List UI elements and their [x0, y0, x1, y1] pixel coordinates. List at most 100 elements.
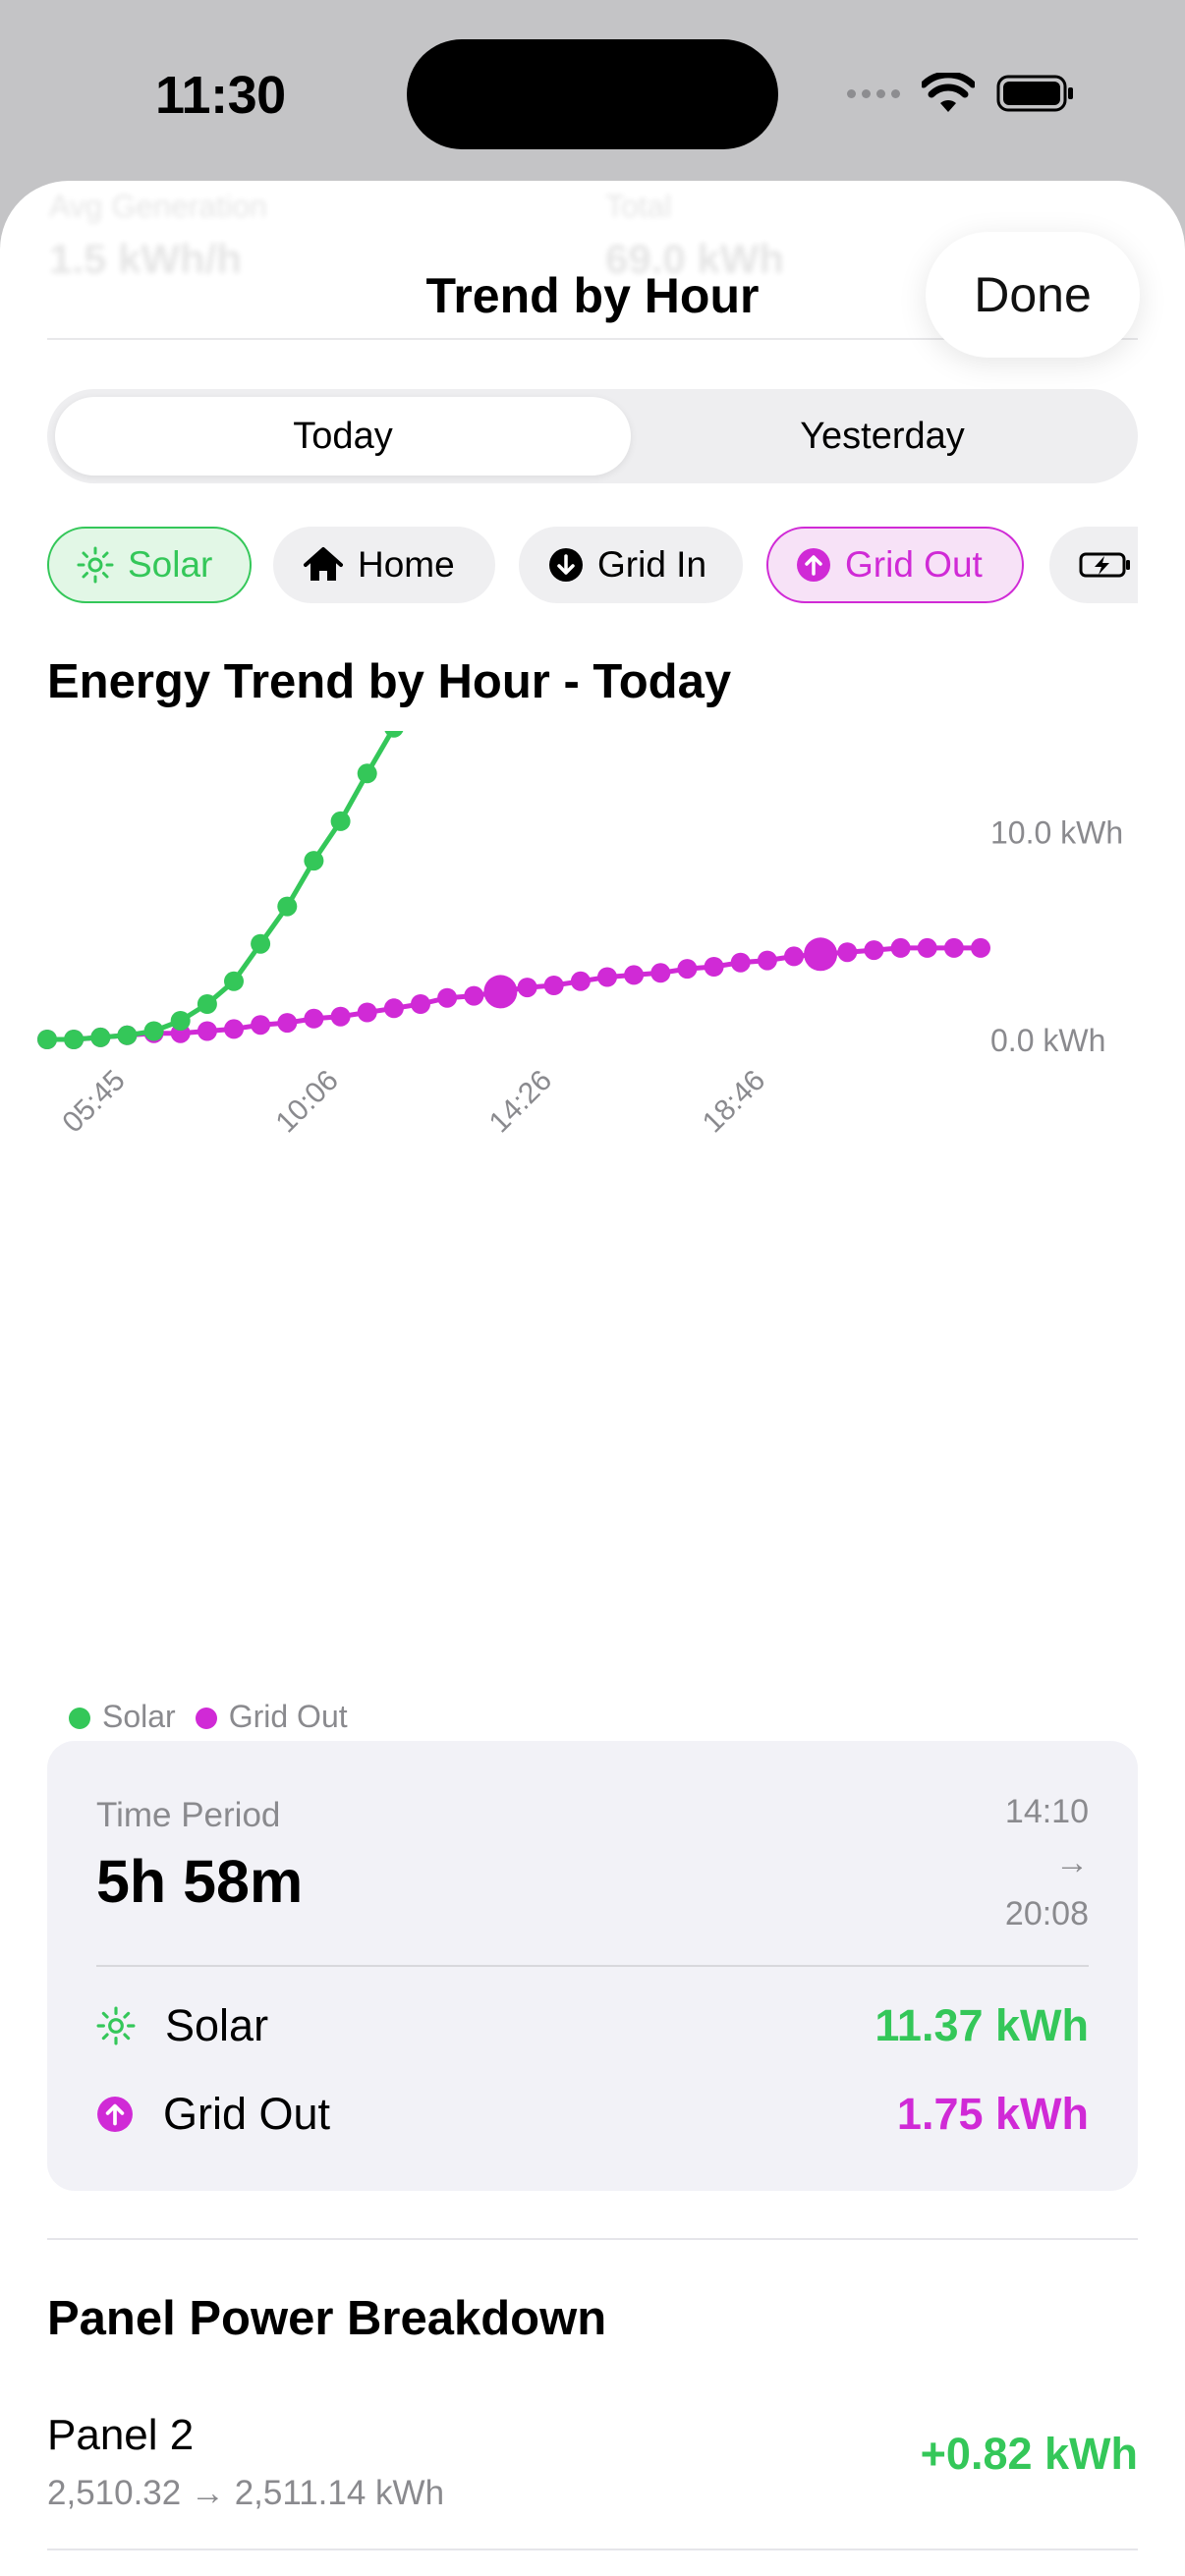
energy-trend-chart[interactable]: 40.0 kWh30.0 kWh20.0 kWh10.0 kWh0.0 kWh0…: [0, 731, 1185, 1704]
data-point-solar: [251, 933, 271, 954]
data-point-solar: [330, 811, 351, 831]
y-tick-label: 10.0 kWh: [990, 815, 1123, 851]
panel-range: 2,510.32 → 2,511.14 kWh: [47, 2474, 445, 2512]
data-point-grid-out: [464, 985, 484, 1006]
data-point-grid-out: [277, 1013, 298, 1034]
panel-row-divider: [47, 2548, 1138, 2550]
data-point-grid-out: [757, 950, 777, 971]
series-filter-chips: Solar Home Grid In Grid Out: [47, 527, 1138, 607]
card-divider: [96, 1965, 1089, 1967]
data-point-grid-out: [650, 963, 671, 983]
trend-sheet: Avg Generation 1.5 kWh/h Total 69.0 kWh …: [0, 181, 1185, 2576]
data-point-grid-out: [730, 952, 751, 973]
data-point-grid-out: [837, 942, 858, 963]
chip-grid-in-label: Grid In: [597, 544, 707, 585]
data-point-grid-out: [543, 976, 564, 995]
data-point-grid-out: [197, 1021, 217, 1041]
data-point-grid-out: [704, 957, 724, 977]
chip-battery[interactable]: [1049, 527, 1138, 603]
battery-icon: [996, 75, 1073, 112]
highlight-point-grid-out: [804, 937, 838, 972]
data-point-solar: [117, 1025, 138, 1045]
chip-grid-out[interactable]: Grid Out: [766, 527, 1024, 603]
chip-solar[interactable]: Solar: [47, 527, 252, 603]
legend-label-solar: Solar: [102, 1699, 176, 1734]
chip-grid-out-label: Grid Out: [845, 544, 983, 585]
data-point-grid-out: [330, 1006, 351, 1027]
chip-home-label: Home: [358, 544, 455, 585]
sun-icon: [77, 546, 114, 584]
x-tick-label: 18:46: [697, 1064, 771, 1139]
data-point-grid-out: [224, 1019, 244, 1039]
data-point-grid-out: [597, 967, 617, 987]
highlight-point-grid-out: [483, 975, 518, 1009]
data-point-grid-out: [411, 994, 430, 1014]
chip-grid-in[interactable]: Grid In: [519, 527, 743, 603]
legend-item-grid-out: Grid Out: [195, 1699, 348, 1735]
data-point-solar: [304, 851, 324, 871]
data-point-grid-out: [890, 937, 911, 958]
summary-name-grid-out: Grid Out: [163, 2089, 331, 2139]
data-point-grid-out: [677, 959, 698, 980]
time-period-value: 5h 58m: [96, 1848, 304, 1915]
chip-solar-label: Solar: [128, 544, 213, 585]
data-point-solar: [90, 1027, 111, 1047]
status-time: 11:30: [155, 66, 286, 125]
data-point-grid-out: [437, 987, 458, 1008]
data-point-grid-out: [304, 1008, 324, 1029]
data-point-grid-out: [971, 937, 990, 958]
done-button[interactable]: Done: [926, 232, 1140, 358]
chart-title: Energy Trend by Hour - Today: [47, 655, 732, 708]
range-arrow: →: [1055, 1844, 1089, 1881]
x-tick-label: 14:26: [483, 1064, 558, 1139]
x-tick-label: 10:06: [269, 1064, 344, 1139]
battery-charging-icon: [1079, 552, 1130, 578]
arrow-up-circle-icon: [797, 548, 830, 582]
summary-row-grid-out: Grid Out 1.75 kWh: [96, 2085, 1089, 2144]
data-point-grid-out: [943, 937, 964, 958]
range-end: 20:08: [1004, 1895, 1089, 1932]
summary-name-solar: Solar: [165, 2000, 269, 2050]
legend-swatch-solar: [69, 1708, 90, 1729]
arrow-down-circle-icon: [549, 548, 583, 582]
summary-value-grid-out: 1.75 kWh: [896, 2089, 1089, 2139]
data-point-solar: [64, 1030, 85, 1049]
chart-legend: Solar Grid Out: [69, 1699, 348, 1735]
time-range: 14:10 → 20:08: [1005, 1786, 1089, 1939]
section-divider: [47, 2238, 1138, 2240]
ghost-label-right: Total: [605, 189, 672, 224]
wifi-icon: [922, 73, 975, 112]
day-segmented-control: Today Yesterday: [47, 389, 1138, 483]
segment-yesterday[interactable]: Yesterday: [635, 397, 1130, 476]
y-tick-label: 0.0 kWh: [990, 1023, 1105, 1058]
data-point-grid-out: [357, 1002, 377, 1023]
data-point-grid-out: [784, 946, 804, 967]
panel-name: Panel 2: [47, 2411, 195, 2459]
ghost-label-left: Avg Generation: [49, 189, 267, 224]
data-point-grid-out: [383, 998, 404, 1019]
data-point-solar: [224, 971, 244, 991]
panel-breakdown-title: Panel Power Breakdown: [47, 2292, 607, 2345]
data-point-grid-out: [570, 971, 591, 991]
house-icon: [304, 547, 343, 581]
legend-item-solar: Solar: [69, 1699, 176, 1735]
data-point-solar: [170, 1011, 191, 1031]
sun-icon: [96, 2006, 136, 2045]
summary-row-solar: Solar 11.37 kWh: [96, 1996, 1089, 2055]
data-point-grid-out: [624, 965, 645, 985]
segment-today[interactable]: Today: [55, 397, 631, 476]
cellular-icon: [847, 88, 900, 98]
summary-value-solar: 11.37 kWh: [875, 2000, 1089, 2050]
dynamic-island: [407, 39, 778, 149]
range-start: 14:10: [1004, 1793, 1089, 1830]
chip-home[interactable]: Home: [273, 527, 495, 603]
time-period-card: Time Period 5h 58m 14:10 → 20:08 Solar 1…: [47, 1741, 1138, 2191]
data-point-grid-out: [251, 1015, 271, 1036]
arrow-up-circle-icon: [97, 2097, 133, 2132]
panel-delta: +0.82 kWh: [920, 2429, 1138, 2479]
data-point-solar: [197, 994, 217, 1014]
status-icons: [847, 69, 1075, 118]
data-point-solar: [277, 896, 298, 917]
data-point-grid-out: [517, 978, 537, 998]
time-period-label: Time Period: [96, 1796, 281, 1834]
